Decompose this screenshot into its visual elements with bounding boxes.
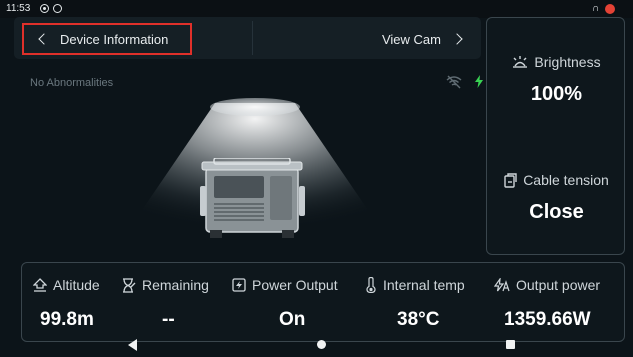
stat-altitude: Altitude 99.8m [22, 263, 122, 343]
internal-temp-label: Internal temp [383, 277, 465, 293]
altitude-icon [33, 278, 47, 292]
chevron-right-icon [451, 33, 463, 45]
wifi-off-icon [446, 75, 462, 89]
power-flow-icon [494, 278, 510, 292]
remaining-value: -- [162, 309, 175, 330]
altitude-label: Altitude [53, 277, 100, 293]
output-power-label: Output power [516, 277, 601, 293]
cable-tension-icon [504, 172, 517, 188]
power-output-icon [232, 278, 246, 292]
back-button-label: Device Information [60, 31, 169, 47]
cable-tension-header: Cable tension [487, 172, 626, 188]
brightness-icon [513, 56, 528, 68]
view-cam-label: View Cam [381, 31, 441, 47]
status-time: 11:53 [6, 3, 31, 14]
internal-temp-value: 38°C [397, 309, 440, 330]
status-bar [0, 0, 633, 18]
cable-tension-value: Close [529, 201, 584, 223]
record-icon [40, 4, 49, 13]
thermometer-icon [366, 277, 376, 293]
brightness-label: Brightness [534, 54, 601, 70]
power-station-device-image [200, 158, 305, 238]
abnormality-status: No Abnormalities [30, 77, 114, 89]
right-info-panel: Brightness 100% Cable tension Close [486, 17, 625, 255]
altitude-value: 99.8m [40, 309, 94, 330]
charging-bolt-icon [475, 75, 483, 88]
battery-icon [605, 4, 615, 14]
stat-power-output: Power Output On [232, 263, 357, 343]
headset-icon: ∩ [592, 3, 600, 14]
nav-back-button[interactable] [128, 339, 138, 351]
nav-home-button[interactable] [317, 340, 326, 349]
chevron-left-icon [38, 33, 50, 45]
cable-tension-label: Cable tension [523, 172, 609, 188]
power-output-label: Power Output [252, 277, 338, 293]
view-cam-button[interactable]: View Cam [370, 23, 475, 55]
stat-output-power: Output power 1359.66W [494, 263, 622, 343]
stat-internal-temp: Internal temp 38°C [365, 263, 485, 343]
remaining-label: Remaining [142, 277, 209, 293]
brightness-value: 100% [530, 83, 583, 105]
top-bar-divider [252, 21, 253, 55]
hourglass-icon [123, 277, 136, 293]
device-information-back-button[interactable]: Device Information [22, 23, 192, 55]
brightness-header: Brightness [487, 54, 626, 70]
power-output-value: On [279, 309, 306, 330]
nav-recent-apps-button[interactable] [506, 340, 515, 349]
stat-remaining: Remaining -- [122, 263, 230, 343]
bottom-stats-panel: Altitude 99.8m Remaining -- Power Output… [21, 262, 625, 342]
output-power-value: 1359.66W [504, 309, 591, 330]
settings-icon [53, 4, 62, 13]
